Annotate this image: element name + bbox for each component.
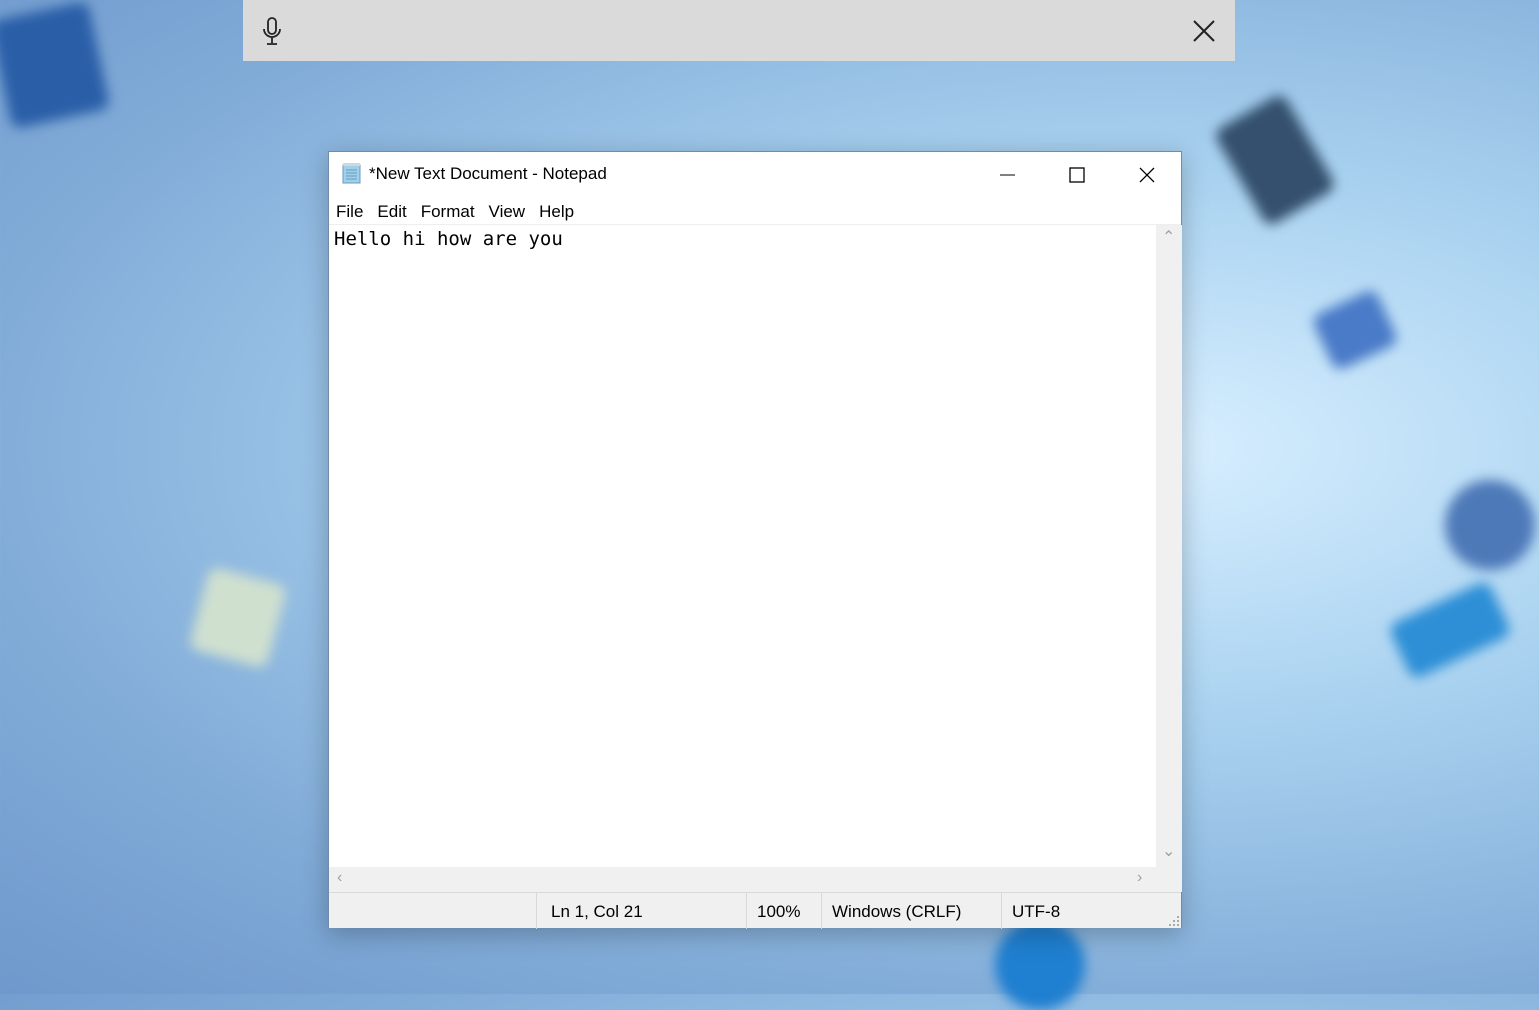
horizontal-scrollbar[interactable]: ‹ › bbox=[329, 867, 1156, 892]
encoding: UTF-8 bbox=[1001, 893, 1151, 929]
mail-icon bbox=[1387, 579, 1513, 681]
scroll-left-icon[interactable]: ‹ bbox=[337, 869, 342, 887]
scroll-right-icon[interactable]: › bbox=[1137, 869, 1142, 887]
edge-icon bbox=[995, 920, 1085, 1010]
window-title: *New Text Document - Notepad bbox=[369, 164, 607, 183]
resize-grip-icon[interactable] bbox=[1169, 916, 1179, 926]
scrollbar-corner bbox=[1156, 867, 1182, 892]
notepad-window: *New Text Document - Notepad File Edit F… bbox=[328, 151, 1182, 929]
line-ending: Windows (CRLF) bbox=[821, 893, 1001, 929]
menu-file[interactable]: File bbox=[332, 197, 367, 224]
cursor-position: Ln 1, Col 21 bbox=[536, 893, 746, 929]
menu-help[interactable]: Help bbox=[535, 197, 578, 224]
close-button[interactable] bbox=[1112, 152, 1182, 197]
menu-view[interactable]: View bbox=[485, 197, 530, 224]
vertical-scrollbar[interactable]: ⌃ ⌄ bbox=[1156, 225, 1182, 867]
maximize-button[interactable] bbox=[1042, 152, 1112, 197]
settings-icon bbox=[1445, 480, 1535, 570]
menu-format[interactable]: Format bbox=[417, 197, 479, 224]
zoom-level: 100% bbox=[746, 893, 821, 929]
word-icon bbox=[1310, 288, 1400, 372]
text-editor[interactable]: Hello hi how are you bbox=[329, 225, 1156, 867]
scroll-down-icon[interactable]: ⌄ bbox=[1162, 841, 1175, 861]
menu-bar: File Edit Format View Help bbox=[329, 197, 1181, 225]
close-icon bbox=[1139, 167, 1155, 182]
close-icon[interactable] bbox=[1191, 18, 1217, 44]
calculator-icon bbox=[1212, 92, 1338, 228]
store-icon bbox=[0, 0, 111, 130]
title-bar[interactable]: *New Text Document - Notepad bbox=[329, 152, 1181, 197]
scroll-up-icon[interactable]: ⌃ bbox=[1162, 227, 1175, 247]
excel-icon bbox=[188, 566, 288, 669]
notepad-icon bbox=[342, 163, 361, 184]
maximize-icon bbox=[1069, 166, 1085, 183]
menu-edit[interactable]: Edit bbox=[373, 197, 410, 224]
minimize-icon bbox=[1000, 174, 1015, 175]
voice-typing-bar bbox=[243, 0, 1235, 61]
status-bar: Ln 1, Col 21 100% Windows (CRLF) UTF-8 bbox=[329, 892, 1181, 929]
minimize-button[interactable] bbox=[972, 152, 1042, 197]
microphone-icon[interactable] bbox=[261, 16, 283, 46]
